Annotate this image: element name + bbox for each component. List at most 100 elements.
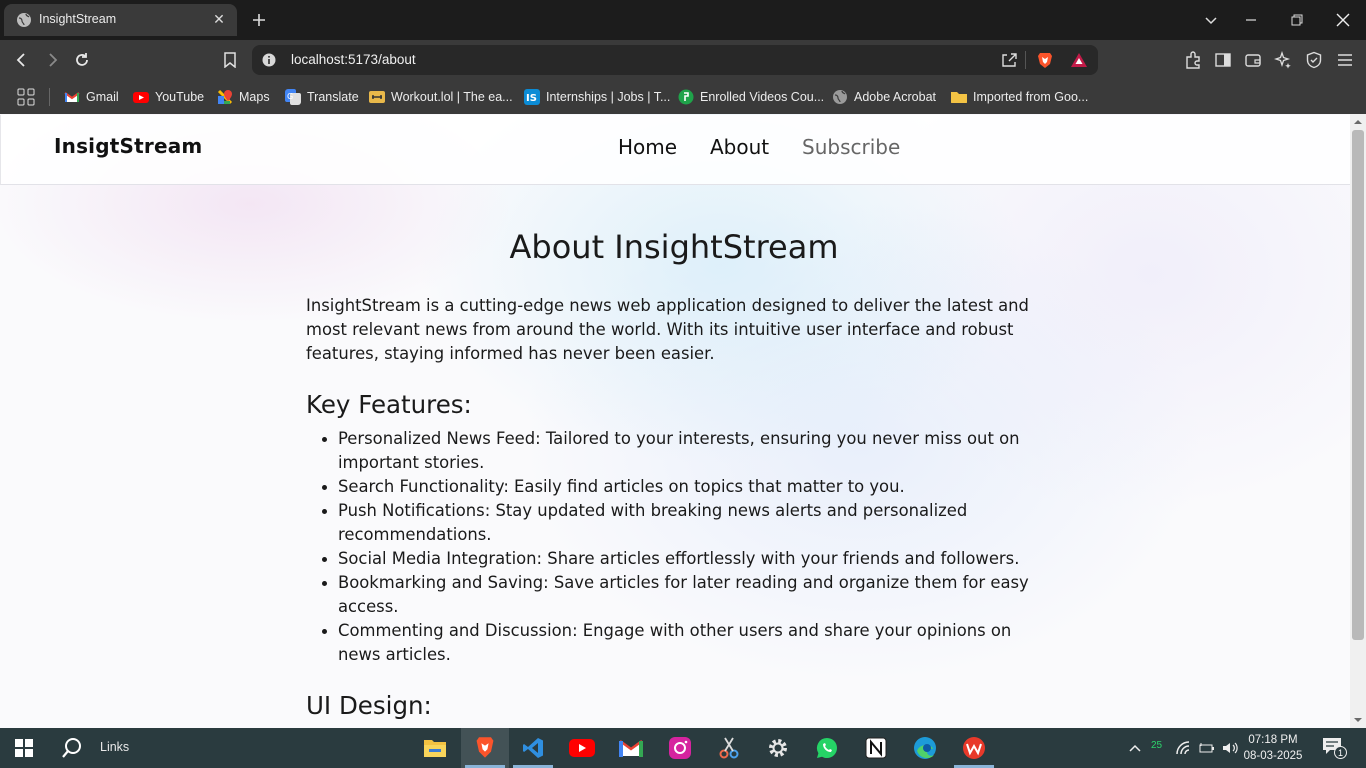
wallet-icon[interactable]: [1244, 51, 1262, 69]
youtube-icon: [569, 739, 595, 757]
restore-icon[interactable]: [1274, 0, 1320, 40]
gmail-icon: [64, 92, 80, 102]
intro-paragraph: InsightStream is a cutting-edge news web…: [306, 296, 1029, 363]
translate-icon: G: [285, 89, 301, 105]
clock-date: 08-03-2025: [1243, 750, 1303, 762]
folder-icon: [951, 92, 967, 103]
share-icon[interactable]: [1000, 51, 1018, 69]
list-item: Bookmarking and Saving: Save articles fo…: [322, 571, 1048, 619]
bookmark-icon[interactable]: [218, 48, 242, 72]
bookmarks-bar: Gmail YouTube Maps G Translate Workout.l…: [0, 80, 1366, 114]
bookmark-label: Adobe Acrobat: [854, 90, 937, 104]
taskbar-search[interactable]: [58, 734, 86, 762]
bookmark-folder-imported[interactable]: Imported from Goo...: [951, 87, 1088, 107]
globe-icon: [17, 13, 31, 27]
chevron-up-icon[interactable]: [1127, 740, 1143, 756]
maps-icon: [217, 89, 233, 105]
wps-office-app[interactable]: [954, 734, 994, 768]
list-item: Search Functionality: Easily find articl…: [322, 475, 1048, 499]
instagram-icon: [669, 737, 691, 759]
start-button[interactable]: [10, 734, 38, 762]
globe-icon: [833, 90, 847, 104]
nav-subscribe[interactable]: Subscribe: [802, 135, 900, 159]
brave-app[interactable]: [471, 734, 499, 762]
bookmark-gmail[interactable]: Gmail: [64, 87, 119, 107]
vscode-app[interactable]: [513, 734, 553, 768]
page-scrollbar[interactable]: [1350, 114, 1366, 728]
edge-icon: [914, 737, 936, 759]
close-window-icon[interactable]: [1320, 0, 1366, 40]
youtube-icon: [133, 92, 149, 103]
menu-icon[interactable]: [1336, 51, 1354, 69]
scroll-up-icon[interactable]: [1354, 118, 1362, 126]
brave-rewards-icon[interactable]: [1070, 51, 1088, 69]
youtube-app[interactable]: [568, 734, 596, 762]
site-info-icon[interactable]: [262, 53, 276, 67]
nav-home[interactable]: Home: [618, 135, 677, 159]
bookmark-maps[interactable]: Maps: [217, 87, 270, 107]
vpn-icon[interactable]: [1305, 51, 1323, 69]
reload-icon[interactable]: [70, 48, 94, 72]
svg-text:IS: IS: [526, 93, 537, 104]
file-explorer-app[interactable]: [421, 734, 449, 762]
scroll-thumb[interactable]: [1352, 130, 1364, 640]
back-icon[interactable]: [10, 48, 34, 72]
minimize-icon[interactable]: [1228, 0, 1274, 40]
snipping-tool-app[interactable]: [715, 734, 743, 762]
page-viewport: InsigtStream Home About Subscribe About …: [0, 114, 1350, 728]
wifi-icon[interactable]: [1175, 740, 1191, 756]
leo-ai-icon[interactable]: [1274, 51, 1292, 69]
browser-tab[interactable]: InsightStream ✕: [4, 4, 237, 36]
bookmark-label: Maps: [239, 90, 270, 104]
search-icon: [62, 738, 81, 758]
site-brand[interactable]: InsigtStream: [54, 134, 202, 158]
wps-icon: [963, 737, 985, 759]
bookmarks-divider: [49, 88, 50, 106]
page-title: About InsightStream: [509, 228, 839, 266]
notification-badge: 1: [1334, 746, 1347, 759]
brave-shields-icon[interactable]: [1036, 51, 1054, 69]
course-icon: [678, 89, 694, 105]
apps-grid-icon[interactable]: [17, 88, 35, 106]
address-bar[interactable]: localhost:5173/about: [252, 45, 1098, 75]
edge-app[interactable]: [911, 734, 939, 762]
bookmark-youtube[interactable]: YouTube: [133, 87, 204, 107]
bookmark-label: Enrolled Videos Cou...: [700, 90, 825, 104]
extensions-icon[interactable]: [1184, 51, 1202, 69]
notifications-button[interactable]: 1: [1322, 737, 1347, 759]
bookmark-label: Translate: [307, 90, 359, 104]
internshala-icon: IS: [524, 89, 540, 105]
scroll-down-icon[interactable]: [1354, 716, 1362, 724]
bookmark-enrolled-videos[interactable]: Enrolled Videos Cou...: [678, 87, 824, 107]
taskbar-search-label[interactable]: Links: [100, 740, 129, 754]
list-item: Push Notifications: Stay updated with br…: [322, 499, 1048, 547]
windows-logo-icon: [15, 739, 33, 757]
whatsapp-icon: [816, 737, 837, 758]
gmail-icon: [619, 739, 643, 757]
nav-about[interactable]: About: [710, 135, 769, 159]
url-text: localhost:5173/about: [291, 52, 416, 67]
forward-icon[interactable]: [40, 48, 64, 72]
svg-text:G: G: [287, 92, 293, 101]
list-item: Social Media Integration: Share articles…: [322, 547, 1048, 571]
clock-time: 07:18 PM: [1248, 734, 1298, 746]
system-clock[interactable]: 07:18 PM 08-03-2025: [1242, 732, 1304, 764]
gmail-app[interactable]: [617, 734, 645, 762]
brave-icon: [476, 737, 494, 758]
settings-app[interactable]: [764, 734, 792, 762]
tab-strip: InsightStream ✕: [0, 0, 1366, 40]
bookmark-workout[interactable]: Workout.lol | The ea...: [369, 87, 513, 107]
bookmark-adobe-acrobat[interactable]: Adobe Acrobat: [832, 87, 936, 107]
volume-icon[interactable]: [1222, 740, 1238, 756]
sidebar-icon[interactable]: [1214, 51, 1232, 69]
battery-icon[interactable]: [1199, 740, 1215, 756]
whatsapp-app[interactable]: [813, 734, 841, 762]
instagram-app[interactable]: [666, 734, 694, 762]
bookmark-translate[interactable]: G Translate: [285, 87, 359, 107]
weather-temp[interactable]: 25: [1151, 740, 1162, 751]
bookmark-internships[interactable]: IS Internships | Jobs | T...: [524, 87, 670, 107]
notion-app[interactable]: [862, 734, 890, 762]
scissors-icon: [719, 737, 739, 759]
close-tab-icon[interactable]: ✕: [209, 10, 229, 30]
new-tab-icon[interactable]: [248, 9, 270, 31]
